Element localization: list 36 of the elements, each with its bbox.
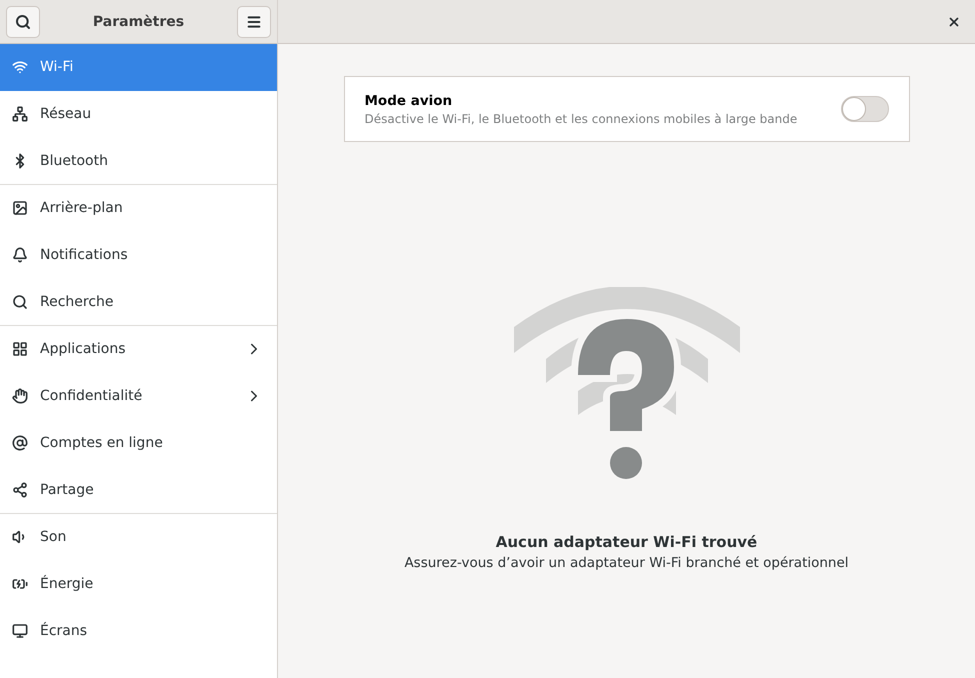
share-icon: [12, 482, 28, 498]
sidebar-item[interactable]: Wi-Fi: [0, 44, 277, 91]
window-title: Paramètres: [92, 14, 184, 30]
search-icon: [12, 294, 28, 310]
at-sign-icon: [12, 435, 28, 451]
sidebar-item-label: Comptes en ligne: [40, 435, 164, 451]
monitor-icon: [12, 623, 28, 639]
sidebar-item-label: Applications: [40, 341, 127, 357]
grid-icon: [12, 341, 28, 357]
sidebar-item-label: Son: [40, 529, 68, 545]
sidebar-item-label: Wi-Fi: [40, 59, 74, 75]
empty-state-subtitle: Assurez-vous d’avoir un adaptateur Wi-Fi branché et opérationnel: [404, 555, 849, 571]
sidebar-item-label: Bluetooth: [40, 153, 109, 169]
airplane-mode-switch[interactable]: [840, 96, 888, 122]
menu-button[interactable]: [236, 6, 271, 38]
sidebar-item-label: Arrière-plan: [40, 200, 124, 216]
airplane-mode-title: Mode avion: [364, 92, 454, 108]
sidebar-item-label: Notifications: [40, 247, 129, 263]
sidebar-item-label: Recherche: [40, 294, 115, 310]
sidebar-item-label: Partage: [40, 482, 95, 498]
empty-state-title: Aucun adaptateur Wi-Fi trouvé: [496, 533, 758, 551]
bell-icon: [12, 247, 28, 263]
wifi-icon: [12, 59, 28, 75]
sidebar-item-label: Confidentialité: [40, 388, 144, 404]
sidebar-item-label: Énergie: [40, 576, 94, 592]
close-icon: [947, 14, 961, 28]
battery-plug-icon: [12, 576, 28, 592]
image-icon: [12, 200, 28, 216]
search-button[interactable]: [6, 6, 40, 38]
sidebar-item-label: Réseau: [40, 106, 92, 122]
sidebar-item-label: Écrans: [40, 623, 88, 639]
search-icon: [15, 14, 31, 30]
airplane-mode-description: Désactive le Wi-Fi, le Bluetooth et les connexions mobiles à large bande: [364, 112, 798, 126]
hand-icon: [12, 388, 28, 404]
network-icon: [12, 106, 28, 122]
menu-icon: [246, 14, 262, 30]
